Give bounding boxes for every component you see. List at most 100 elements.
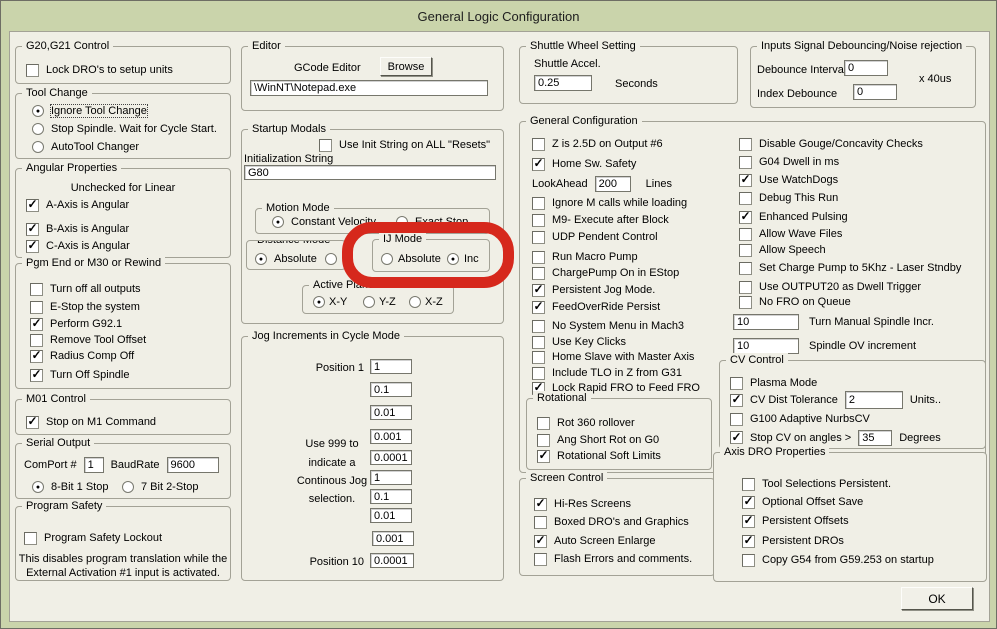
checkbox-box	[24, 531, 37, 545]
checkbox-row[interactable]: ✓ Use WatchDogs	[739, 173, 838, 187]
checkbox-use-init-string[interactable]: Use Init String on ALL "Resets"	[319, 138, 490, 152]
stop-cv-angle-input[interactable]: 35	[858, 429, 893, 446]
index-debounce-input[interactable]: 0	[853, 84, 897, 100]
radio-circle	[122, 481, 134, 493]
checkbox-row[interactable]: ✓ Enhanced Pulsing	[739, 210, 848, 224]
checkbox-row[interactable]: ✓ FeedOverRide Persist	[532, 300, 660, 314]
checkbox-row[interactable]: ✓ Persistent Offsets	[742, 514, 849, 528]
group-title: Active Plane of Movement	[309, 278, 445, 292]
ok-button[interactable]: OK	[901, 587, 973, 610]
checkbox-row[interactable]: UDP Pendent Control	[532, 230, 658, 244]
lookahead-input[interactable]: 200	[594, 175, 631, 192]
checkbox-row[interactable]: Run Macro Pump	[532, 250, 638, 264]
checkbox-row[interactable]: ✓ Turn Off Spindle	[30, 368, 130, 382]
checkbox-b-axis-angular[interactable]: ✓ B-Axis is Angular	[26, 222, 129, 236]
checkbox-row[interactable]: Copy G54 from G59.253 on startup	[742, 553, 934, 567]
checkbox-row[interactable]: Turn off all outputs	[30, 282, 141, 296]
checkbox-program-safety-lockout[interactable]: Program Safety Lockout	[24, 531, 162, 545]
checkbox-plasma-mode[interactable]: Plasma Mode	[730, 376, 817, 390]
checkbox-row[interactable]: G04 Dwell in ms	[739, 155, 839, 169]
checkbox-c-axis-angular[interactable]: ✓ C-Axis is Angular	[26, 239, 130, 253]
group-angular-properties: Angular Properties Unchecked for Linear …	[15, 161, 231, 258]
radio-ignore-tool-change[interactable]: ● Ignore Tool Change	[32, 104, 148, 118]
radio-ij-absolute[interactable]: Absolute	[381, 252, 441, 266]
checkbox-label: G100 Adaptive NurbsCV	[750, 413, 870, 425]
checkbox-row[interactable]: Ang Short Rot on G0	[537, 433, 659, 447]
radio-ij-inc[interactable]: ● Inc	[447, 252, 479, 266]
radio-distance-absolute[interactable]: ● Absolute	[255, 252, 317, 266]
shuttle-accel-input[interactable]: 0.25	[534, 75, 592, 91]
jog-increment-input[interactable]: 0.01	[370, 508, 412, 523]
checkbox-row[interactable]: Home Slave with Master Axis	[532, 350, 694, 364]
browse-button[interactable]: Browse	[380, 57, 432, 76]
checkbox-box: ✓	[730, 431, 743, 444]
spindle-ov-input[interactable]: 10	[733, 337, 799, 354]
cv-dist-tolerance-input[interactable]: 2	[844, 391, 903, 409]
checkbox-row[interactable]: ✓ Perform G92.1	[30, 317, 122, 331]
checkbox-label: Home Sw. Safety	[552, 158, 637, 170]
checkbox-row[interactable]: Use OUTPUT20 as Dwell Trigger	[739, 280, 921, 294]
checkbox-row[interactable]: ✓ Auto Screen Enlarge	[534, 534, 656, 548]
checkbox-box	[532, 250, 545, 264]
checkbox-row[interactable]: Allow Wave Files	[739, 227, 842, 241]
checkbox-row[interactable]: ✓ Radius Comp Off	[30, 349, 134, 363]
radio-plane-xy[interactable]: ● X-Y	[313, 295, 347, 309]
checkbox-cv-dist-tolerance[interactable]: ✓ CV Dist Tolerance	[730, 393, 838, 407]
jog-increment-input[interactable]: 0.001	[372, 531, 414, 546]
check-glyph: ✓	[533, 282, 544, 296]
radio-autotool-changer[interactable]: AutoTool Changer	[32, 140, 139, 154]
checkbox-stop-cv-angles[interactable]: ✓ Stop CV on angles >	[730, 431, 851, 444]
radio-exact-stop[interactable]: Exact Stop	[396, 215, 468, 229]
radio-plane-yz[interactable]: Y-Z	[363, 295, 396, 309]
checkbox-row[interactable]: Z is 2.5D on Output #6	[532, 137, 663, 151]
checkbox-row[interactable]: ChargePump On in EStop	[532, 266, 679, 280]
checkbox-row[interactable]: Allow Speech	[739, 243, 826, 257]
checkbox-row[interactable]: Include TLO in Z from G31	[532, 366, 682, 380]
checkbox-row[interactable]: M9- Execute after Block	[532, 213, 669, 227]
checkbox-lock-dros[interactable]: Lock DRO's to setup units	[26, 63, 173, 77]
checkbox-row[interactable]: ✓ Optional Offset Save	[742, 495, 863, 509]
radio-circle: ●	[313, 296, 325, 308]
checkbox-box	[532, 319, 545, 333]
checkbox-stop-on-m1[interactable]: ✓ Stop on M1 Command	[26, 415, 156, 429]
jog-increment-input[interactable]: 0.0001	[370, 553, 414, 568]
checkbox-row[interactable]: ✓ Home Sw. Safety	[532, 157, 636, 171]
checkbox-row[interactable]: Remove Tool Offset	[30, 333, 146, 347]
checkbox-row[interactable]: Set Charge Pump to 5Khz - Laser Stndby	[739, 261, 961, 275]
jog-increment-input[interactable]: 0.01	[370, 405, 412, 420]
radio-7bit-2stop[interactable]: 7 Bit 2-Stop	[122, 480, 198, 494]
manual-spindle-incr-input[interactable]: 10	[733, 313, 799, 330]
editor-path-input[interactable]: \WinNT\Notepad.exe	[250, 80, 488, 96]
radio-stop-spindle-wait[interactable]: Stop Spindle. Wait for Cycle Start.	[32, 122, 217, 136]
checkbox-row[interactable]: Use Key Clicks	[532, 335, 626, 349]
radio-8bit-1stop[interactable]: ● 8-Bit 1 Stop	[32, 480, 108, 494]
checkbox-row[interactable]: No FRO on Queue	[739, 295, 851, 309]
checkbox-row[interactable]: Tool Selections Persistent.	[742, 477, 891, 491]
checkbox-row[interactable]: Ignore M calls while loading	[532, 196, 687, 210]
checkbox-row[interactable]: ✓ Hi-Res Screens	[534, 497, 631, 511]
radio-plane-xz[interactable]: X-Z	[409, 295, 443, 309]
checkbox-row[interactable]: Flash Errors and comments.	[534, 552, 692, 566]
checkbox-a-axis-angular[interactable]: ✓ A-Axis is Angular	[26, 198, 129, 212]
checkbox-row[interactable]: No System Menu in Mach3	[532, 319, 684, 333]
checkbox-row[interactable]: ✓ Rotational Soft Limits	[537, 449, 661, 463]
init-string-input[interactable]: G80	[244, 165, 496, 180]
baudrate-input[interactable]: 9600	[166, 457, 219, 473]
checkbox-row[interactable]: Rot 360 rollover	[537, 416, 635, 430]
jog-increment-input[interactable]: 0.1	[370, 382, 412, 397]
jog-increment-input[interactable]: 1	[370, 359, 412, 374]
debounce-interval-input[interactable]: 0	[844, 60, 888, 76]
checkbox-row[interactable]: Boxed DRO's and Graphics	[534, 515, 689, 529]
checkbox-label: Copy G54 from G59.253 on startup	[762, 554, 934, 566]
checkbox-row[interactable]: E-Stop the system	[30, 300, 140, 314]
comport-input[interactable]: 1	[83, 457, 104, 473]
checkbox-row[interactable]: Disable Gouge/Concavity Checks	[739, 137, 923, 151]
checkbox-row[interactable]: Debug This Run	[739, 191, 838, 205]
radio-distance-inc[interactable]: Inc	[325, 252, 345, 266]
checkbox-row[interactable]: ✓ Persistent Jog Mode.	[532, 283, 655, 297]
checkbox-label: Use OUTPUT20 as Dwell Trigger	[759, 281, 921, 293]
checkbox-g100-nurbs[interactable]: G100 Adaptive NurbsCV	[730, 412, 870, 426]
checkbox-row[interactable]: ✓ Persistent DROs	[742, 534, 844, 548]
radio-constant-velocity[interactable]: ● Constant Velocity	[272, 215, 376, 229]
group-title: Inputs Signal Debouncing/Noise rejection	[757, 39, 967, 53]
